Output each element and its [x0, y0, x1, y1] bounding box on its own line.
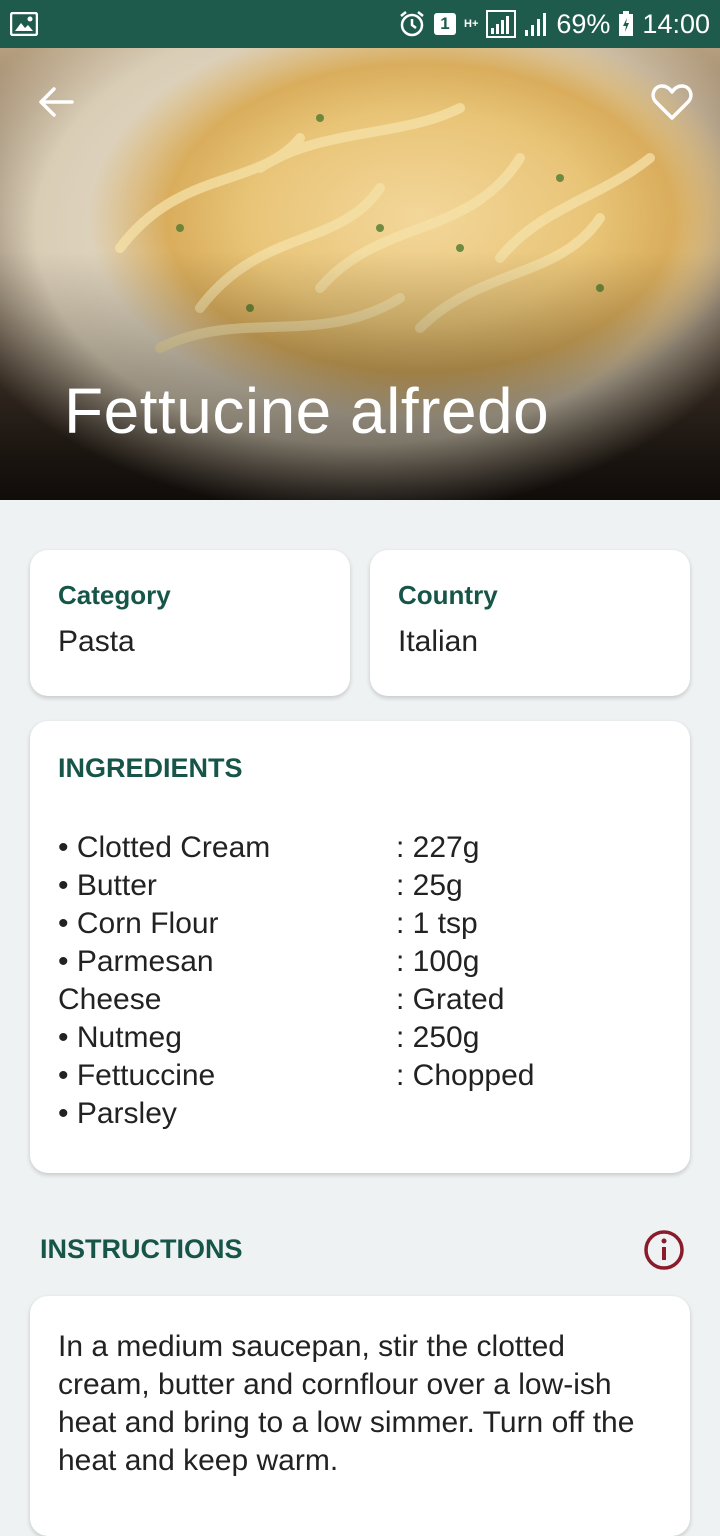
- battery-icon: [618, 11, 634, 37]
- favorite-button[interactable]: [644, 76, 700, 132]
- back-button[interactable]: [28, 76, 84, 132]
- instructions-card: In a medium saucepan, stir the clotted c…: [30, 1296, 690, 1536]
- instructions-text: In a medium saucepan, stir the clotted c…: [58, 1330, 635, 1477]
- instructions-header: INSTRUCTIONS: [40, 1229, 686, 1276]
- clock: 14:00: [642, 8, 710, 39]
- arrow-back-icon: [38, 86, 74, 123]
- ingredient-name: • Clotted Cream: [58, 831, 271, 864]
- instructions-title: INSTRUCTIONS: [40, 1234, 243, 1264]
- network-h-plus-icon: H+: [464, 18, 479, 30]
- category-label: Category: [58, 580, 171, 610]
- ingredient-name: • Nutmeg: [58, 1021, 182, 1054]
- ingredient-quantity: : 1 tsp: [396, 907, 478, 940]
- country-card: Country Italian: [370, 550, 690, 696]
- info-button[interactable]: [642, 1229, 686, 1276]
- category-card: Category Pasta: [30, 550, 350, 696]
- heart-outline-icon: [651, 83, 693, 126]
- alarm-icon: [398, 10, 426, 38]
- ingredient-quantity: : 250g: [396, 1021, 480, 1054]
- ingredient-quantity: : 227g: [396, 831, 480, 864]
- recipe-hero-image: Fettucine alfredo: [0, 48, 720, 500]
- country-label: Country: [398, 580, 498, 610]
- ingredient-name: • Parsley: [58, 1097, 177, 1130]
- signal-icon: [486, 10, 517, 38]
- category-value: Pasta: [58, 625, 135, 658]
- battery-percent: 69%: [556, 8, 611, 39]
- ingredients-title: INGREDIENTS: [58, 753, 243, 783]
- ingredient-name: • Fettuccine: [58, 1059, 216, 1092]
- ingredient-quantity: : 100g: [396, 945, 480, 978]
- ingredient-quantities: : 227g : 25g : 1 tsp : 100g : Grated : 2…: [396, 829, 656, 1095]
- recipe-title: Fettucine alfredo: [64, 375, 550, 447]
- image-icon: [10, 12, 38, 36]
- ingredient-name: Cheese: [58, 983, 162, 1016]
- ingredient-names: • Clotted Cream • Butter • Corn Flour • …: [58, 829, 388, 1133]
- ingredient-name: • Corn Flour: [58, 907, 219, 940]
- ingredient-quantity: : Grated: [396, 983, 505, 1016]
- ingredient-name: • Butter: [58, 869, 157, 902]
- status-bar: 1 H+ 69% 14:00: [0, 0, 720, 48]
- country-value: Italian: [398, 625, 479, 658]
- info-icon: [643, 1229, 685, 1276]
- ingredient-quantity: : 25g: [396, 869, 463, 902]
- signal-icon-2: [524, 11, 548, 37]
- ingredient-name: • Parmesan: [58, 945, 214, 978]
- ingredient-quantity: : Chopped: [396, 1059, 535, 1092]
- ingredients-card: INGREDIENTS • Clotted Cream • Butter • C…: [30, 721, 690, 1173]
- sim-badge: 1: [434, 13, 456, 35]
